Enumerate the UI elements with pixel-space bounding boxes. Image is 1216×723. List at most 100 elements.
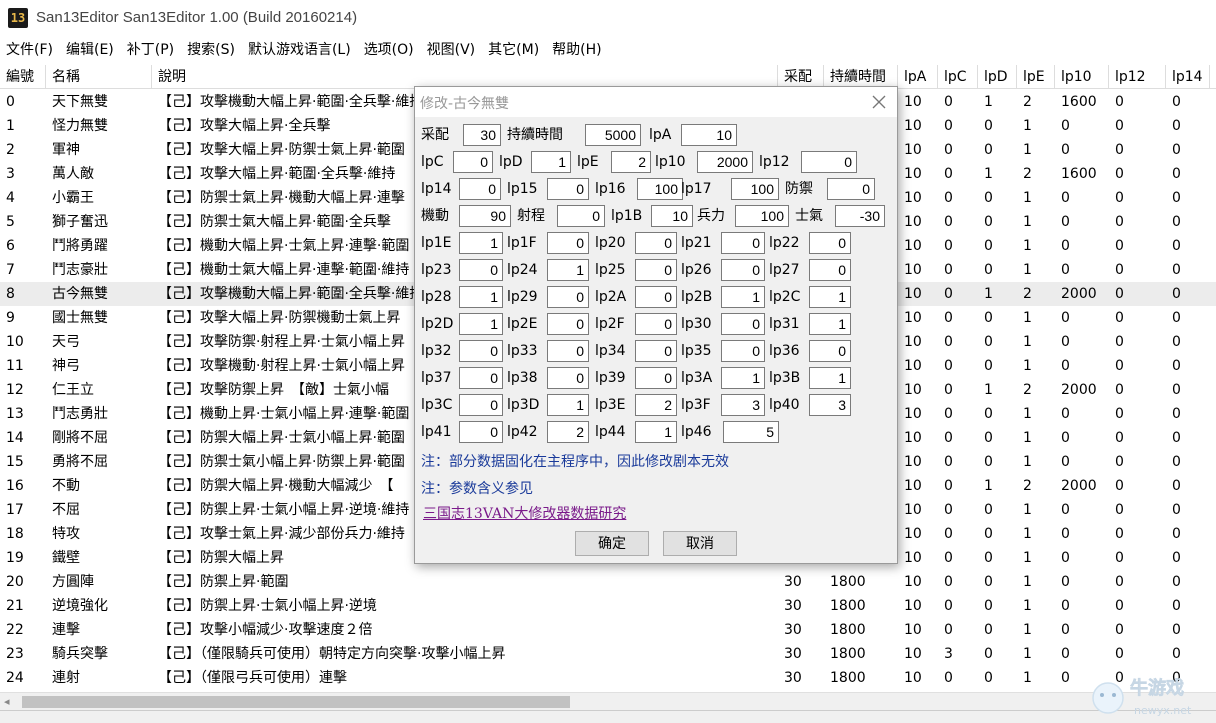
table-cell: 不屈: [52, 502, 80, 518]
field-input[interactable]: [459, 340, 503, 362]
scrollbar-thumb[interactable]: [22, 696, 570, 708]
column-header[interactable]: lpD: [978, 65, 1017, 89]
column-header[interactable]: lp14: [1166, 65, 1210, 89]
field-input[interactable]: [547, 178, 589, 200]
field-input[interactable]: [635, 313, 677, 335]
field-input[interactable]: [547, 421, 589, 443]
field-input[interactable]: [459, 232, 503, 254]
column-header[interactable]: lpC: [938, 65, 978, 89]
field-input[interactable]: [835, 205, 885, 227]
field-input[interactable]: [635, 232, 677, 254]
scroll-left-arrow-icon[interactable]: ◂: [4, 695, 10, 708]
field-input[interactable]: [697, 151, 753, 173]
menu-item[interactable]: 文件(F): [6, 36, 53, 64]
field-label: lp31: [769, 316, 800, 332]
field-input[interactable]: [547, 394, 589, 416]
field-input[interactable]: [809, 286, 851, 308]
field-input[interactable]: [635, 394, 677, 416]
field-input[interactable]: [459, 421, 503, 443]
column-header[interactable]: lp12: [1109, 65, 1166, 89]
cancel-button[interactable]: 取消: [663, 531, 737, 556]
column-header[interactable]: 編號: [0, 65, 46, 89]
table-cell: 1: [1023, 190, 1032, 206]
field-input[interactable]: [459, 286, 503, 308]
field-input[interactable]: [635, 259, 677, 281]
field-input[interactable]: [721, 313, 765, 335]
menu-item[interactable]: 默认游戏语言(L): [248, 36, 351, 64]
field-input[interactable]: [809, 313, 851, 335]
horizontal-scrollbar[interactable]: ◂: [0, 692, 1216, 710]
field-input[interactable]: [635, 367, 677, 389]
field-input[interactable]: [547, 367, 589, 389]
menu-item[interactable]: 其它(M): [488, 36, 539, 64]
field-input[interactable]: [721, 232, 765, 254]
field-input[interactable]: [459, 367, 503, 389]
table-cell: 16: [6, 478, 24, 494]
field-input[interactable]: [809, 394, 851, 416]
table-cell: 0: [944, 478, 953, 494]
table-row[interactable]: 21 逆境強化 【己】防禦上昇·士氣小幅上昇·逆境 30 1800 10 0 0 1 0 0 0: [0, 594, 1216, 618]
column-header[interactable]: lpA: [898, 65, 938, 89]
field-input[interactable]: [721, 259, 765, 281]
field-input[interactable]: [611, 151, 651, 173]
table-row[interactable]: 20 方圓陣 【己】防禦上昇·範圍 30 1800 10 0 0 1 0 0 0: [0, 570, 1216, 594]
field-input[interactable]: [735, 205, 789, 227]
field-input[interactable]: [459, 394, 503, 416]
table-row[interactable]: 23 騎兵突擊 【己】（僅限騎兵可使用）朝特定方向突擊·攻擊小幅上昇 30 1800 10…: [0, 642, 1216, 666]
table-row[interactable]: 24 連射 【己】（僅限弓兵可使用）連擊 30 1800 10 0 0 1 0 0 0: [0, 666, 1216, 690]
field-input[interactable]: [731, 178, 779, 200]
field-input[interactable]: [463, 124, 501, 146]
menu-item[interactable]: 编辑(E): [66, 36, 114, 64]
field-input[interactable]: [723, 421, 779, 443]
field-input[interactable]: [531, 151, 571, 173]
field-input[interactable]: [585, 124, 641, 146]
field-input[interactable]: [651, 205, 693, 227]
field-input[interactable]: [459, 205, 511, 227]
field-input[interactable]: [547, 313, 589, 335]
field-input[interactable]: [635, 340, 677, 362]
field-input[interactable]: [809, 259, 851, 281]
menu-item[interactable]: 选项(O): [364, 36, 414, 64]
field-input[interactable]: [809, 232, 851, 254]
field-input[interactable]: [459, 313, 503, 335]
field-input[interactable]: [721, 367, 765, 389]
column-header[interactable]: lp10: [1055, 65, 1109, 89]
table-cell: 仁王立: [52, 382, 94, 398]
field-input[interactable]: [721, 394, 765, 416]
table-row[interactable]: 22 連擊 【己】攻擊小幅減少·攻擊速度２倍 30 1800 10 0 0 1 0 0 0: [0, 618, 1216, 642]
field-input[interactable]: [809, 367, 851, 389]
field-input[interactable]: [721, 286, 765, 308]
field-input[interactable]: [547, 286, 589, 308]
column-header[interactable]: 名稱: [46, 65, 152, 89]
table-cell: 18: [6, 526, 24, 542]
research-link[interactable]: 三国志13VAN大修改器数据研究: [423, 503, 626, 523]
menu-item[interactable]: 补丁(P): [127, 36, 174, 64]
menu-item[interactable]: 帮助(H): [552, 36, 601, 64]
field-input[interactable]: [801, 151, 857, 173]
table-cell: 0: [1115, 430, 1124, 446]
field-input[interactable]: [459, 259, 503, 281]
field-input[interactable]: [547, 232, 589, 254]
field-input[interactable]: [681, 124, 737, 146]
field-input[interactable]: [827, 178, 875, 200]
table-cell: 0: [984, 262, 993, 278]
field-input[interactable]: [809, 340, 851, 362]
field-input[interactable]: [637, 178, 683, 200]
close-icon[interactable]: [869, 92, 889, 112]
table-cell: 10: [904, 622, 922, 638]
field-input[interactable]: [557, 205, 605, 227]
table-cell: 特攻: [52, 526, 80, 542]
column-header[interactable]: lpE: [1017, 65, 1055, 89]
menu-item[interactable]: 搜索(S): [187, 36, 235, 64]
menu-item[interactable]: 视图(V): [427, 36, 476, 64]
field-input[interactable]: [635, 286, 677, 308]
window-title: San13Editor San13Editor 1.00 (Build 2016…: [36, 9, 358, 26]
field-input[interactable]: [635, 421, 677, 443]
field-input[interactable]: [459, 178, 501, 200]
field-input[interactable]: [547, 259, 589, 281]
ok-button[interactable]: 确定: [575, 531, 649, 556]
field-input[interactable]: [721, 340, 765, 362]
table-cell: 0: [944, 622, 953, 638]
field-input[interactable]: [453, 151, 493, 173]
field-input[interactable]: [547, 340, 589, 362]
